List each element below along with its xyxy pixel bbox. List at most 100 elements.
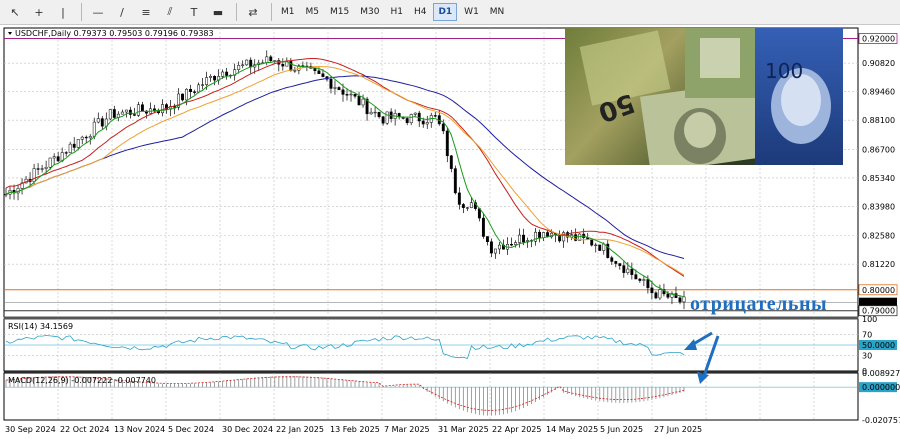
candle-body xyxy=(510,244,513,246)
candle-body xyxy=(281,63,285,67)
rectangle-icon[interactable]: ▬ xyxy=(207,2,229,22)
candle-body xyxy=(634,274,638,280)
candle-body xyxy=(445,130,449,157)
candle-body xyxy=(225,71,229,76)
timeframe-h1[interactable]: H1 xyxy=(386,3,407,21)
candle-body xyxy=(80,136,84,140)
rsi-axis-label: 30 xyxy=(862,351,872,360)
text-icon[interactable]: T xyxy=(183,2,205,22)
candle-body xyxy=(64,152,68,154)
shapes-dropdown-icon[interactable]: ⇄ xyxy=(242,2,264,22)
timeframe-w1[interactable]: W1 xyxy=(460,3,483,21)
timeframe-m30[interactable]: M30 xyxy=(356,3,383,21)
candle-body xyxy=(245,59,249,66)
price-axis-label: 0.88100 xyxy=(862,116,895,125)
candle-body xyxy=(590,239,594,246)
candle-body xyxy=(642,279,646,281)
rsi-axis-label: 100 xyxy=(862,315,877,324)
rsi-label: RSI(14) 34.1569 xyxy=(8,322,73,331)
candle-body xyxy=(197,84,201,93)
candle-body xyxy=(574,234,578,241)
candle-body xyxy=(140,104,144,112)
candle-body xyxy=(598,244,602,251)
candle-body xyxy=(594,244,598,246)
candle-body xyxy=(345,94,349,96)
date-axis-label: 13 Nov 2024 xyxy=(114,425,165,434)
candle-body xyxy=(40,168,44,170)
candle-body xyxy=(381,116,385,124)
candle-body xyxy=(485,236,489,243)
timeframe-m5[interactable]: M5 xyxy=(302,3,324,21)
candle-body xyxy=(481,217,485,237)
candle-body xyxy=(349,93,353,96)
cursor-icon[interactable]: ↖ xyxy=(4,2,26,22)
timeframe-m15[interactable]: M15 xyxy=(326,3,353,21)
candle-body xyxy=(457,192,461,205)
crosshair-icon[interactable]: + xyxy=(28,2,50,22)
toolbar: ↖ + | — / ≡ ⫽ T ▬ ⇄ M1 M5 M15 M30 H1 H4 D1 W1 MN xyxy=(0,0,900,25)
candle-body xyxy=(453,168,457,194)
chart-header: USDCHF,Daily 0.79373 0.79503 0.79196 0.7… xyxy=(15,29,214,38)
price-axis-label: 0.83980 xyxy=(862,202,895,211)
candle-body xyxy=(522,234,525,243)
date-axis-label: 27 Jun 2025 xyxy=(654,425,702,434)
candle-body xyxy=(405,118,409,124)
toolbar-separator xyxy=(271,3,272,21)
candle-body xyxy=(185,88,188,101)
candle-body xyxy=(293,70,297,72)
candle-body xyxy=(658,289,662,299)
date-axis-label: 14 May 2025 xyxy=(546,425,598,434)
candle-body xyxy=(618,263,622,266)
horizontal-line-icon[interactable]: — xyxy=(87,2,109,22)
channel-icon[interactable]: ⫽ xyxy=(159,2,181,22)
candle-body xyxy=(289,61,293,71)
candle-body xyxy=(205,77,209,85)
price-axis-label: 0.89460 xyxy=(862,88,895,97)
candle-body xyxy=(237,65,241,70)
timeframe-mn[interactable]: MN xyxy=(486,3,509,21)
macd-axis-label: 0.008927 xyxy=(862,369,900,378)
trendline-icon[interactable]: / xyxy=(111,2,133,22)
candle-body xyxy=(630,268,634,275)
fibonacci-icon[interactable]: ≡ xyxy=(135,2,157,22)
timeframe-d1[interactable]: D1 xyxy=(433,3,458,21)
candle-body xyxy=(44,166,48,169)
candle-body xyxy=(357,95,361,106)
macd-axis-label: 0.000000 xyxy=(862,383,900,392)
candle-body xyxy=(377,111,381,118)
candle-body xyxy=(96,118,100,123)
candle-body xyxy=(100,118,104,127)
toolbar-separator xyxy=(236,3,237,21)
candle-body xyxy=(385,111,389,124)
candle-body xyxy=(249,59,253,68)
candle-body xyxy=(489,241,493,254)
candle-body xyxy=(518,234,521,243)
candle-body xyxy=(353,93,357,97)
candle-body xyxy=(209,76,213,78)
candle-body xyxy=(329,79,333,89)
candle-body xyxy=(189,88,192,93)
candle-body xyxy=(469,202,473,208)
candle-body xyxy=(449,155,453,169)
annotation-text: отрицательны xyxy=(690,293,828,315)
candle-body xyxy=(602,243,606,251)
candle-body xyxy=(682,296,686,303)
candle-body xyxy=(36,168,40,170)
timeframe-h4[interactable]: H4 xyxy=(410,3,431,21)
candle-body xyxy=(493,248,497,254)
candle-body xyxy=(317,70,321,74)
candle-body xyxy=(161,104,164,114)
candle-body xyxy=(337,87,341,91)
rsi-axis-label: 70 xyxy=(862,331,872,340)
price-axis-label: 0.90820 xyxy=(862,59,895,68)
candle-body xyxy=(614,261,618,264)
candle-body xyxy=(542,232,546,238)
toolbar-separator xyxy=(81,3,82,21)
candle-body xyxy=(678,297,682,303)
timeframe-m1[interactable]: M1 xyxy=(277,3,299,21)
vertical-line-icon[interactable]: | xyxy=(52,2,74,22)
date-axis-label: 22 Oct 2024 xyxy=(60,425,109,434)
candle-body xyxy=(124,109,128,113)
chart-frame[interactable]: 30 Sep 2024 22 Oct 2024 13 Nov 2024 5 Dec 2… xyxy=(0,26,900,439)
price-axis-label: 0.85340 xyxy=(862,174,895,183)
